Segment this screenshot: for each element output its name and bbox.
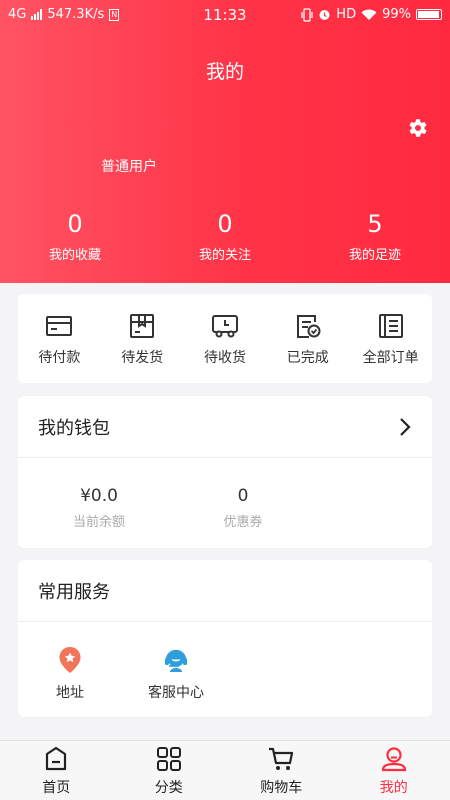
battery-label: 99%: [382, 7, 411, 22]
tab-profile[interactable]: 我的: [338, 741, 450, 800]
tab-label: 购物车: [260, 780, 303, 796]
list-icon: [378, 314, 403, 338]
stat-favorites[interactable]: 0 我的收藏: [0, 210, 150, 263]
chevron-right-icon: [400, 417, 411, 436]
service-label: 客服中心: [148, 685, 204, 701]
user-level: 普通用户: [101, 159, 157, 175]
stat-value: 0: [67, 210, 83, 238]
order-all[interactable]: 全部订单: [349, 294, 432, 383]
home-icon: [46, 746, 67, 771]
bottom-tab-bar: 首页 分类 购物车 我的: [0, 740, 450, 800]
wallet-card: 我的钱包 ¥0.0 当前余额 0 优惠券: [18, 396, 432, 548]
status-bar: 4G 547.3K/s N 11:33 HD 99%: [0, 0, 450, 30]
headset-icon: [165, 649, 187, 672]
tab-cart[interactable]: 购物车: [225, 741, 338, 800]
services-card: 常用服务 地址 客服中心: [18, 560, 432, 717]
service-label: 地址: [56, 685, 84, 701]
page-title: 我的: [205, 61, 244, 83]
services-title: 常用服务: [38, 581, 110, 603]
order-pending-receipt[interactable]: 待收货: [184, 294, 267, 383]
balance-value: ¥0.0: [80, 486, 118, 506]
truck-icon: [211, 315, 238, 338]
stat-label: 我的足迹: [348, 248, 401, 263]
gear-icon[interactable]: [405, 116, 429, 140]
stats-row: 0 我的收藏 0 我的关注 5 我的足迹: [0, 210, 450, 263]
order-label: 已完成: [286, 350, 329, 366]
stat-footprints[interactable]: 5 我的足迹: [300, 210, 450, 263]
stat-following[interactable]: 0 我的关注: [150, 210, 300, 263]
order-label: 待付款: [38, 350, 81, 366]
order-completed[interactable]: 已完成: [266, 294, 349, 383]
cart-icon: [269, 747, 294, 770]
tab-label: 首页: [42, 780, 71, 796]
order-shortcuts: 待付款 待发货 待收货 已完成 全部订单: [18, 294, 432, 383]
service-customer-center[interactable]: 客服中心: [124, 646, 228, 702]
tab-label: 分类: [154, 780, 183, 796]
stat-value: 5: [367, 210, 383, 238]
done-icon: [296, 315, 321, 338]
box-icon: [130, 314, 155, 338]
stat-label: 我的关注: [198, 248, 251, 263]
tab-label: 我的: [379, 780, 408, 796]
order-pending-shipment[interactable]: 待发货: [101, 294, 184, 383]
balance-label: 当前余额: [72, 515, 125, 530]
wallet-header[interactable]: 我的钱包: [18, 396, 432, 458]
tab-home[interactable]: 首页: [0, 741, 113, 800]
tab-category[interactable]: 分类: [113, 741, 226, 800]
profile-icon: [381, 747, 406, 772]
vibrate-icon: [301, 7, 313, 22]
order-label: 待发货: [121, 350, 164, 366]
grid-icon: [156, 747, 181, 771]
stat-label: 我的收藏: [48, 248, 101, 263]
wifi-icon: [361, 9, 377, 20]
battery-icon: [416, 9, 442, 20]
location-pin-icon: [59, 647, 81, 673]
alarm-icon: [319, 10, 330, 20]
wallet-title: 我的钱包: [38, 417, 110, 439]
order-label: 全部订单: [362, 350, 419, 366]
order-pending-payment[interactable]: 待付款: [18, 294, 101, 383]
wallet-coupons[interactable]: 0 优惠券: [178, 486, 308, 530]
coupons-label: 优惠券: [223, 515, 263, 530]
wallet-balance[interactable]: ¥0.0 当前余额: [34, 486, 164, 530]
service-address[interactable]: 地址: [18, 646, 122, 702]
hd-label: HD: [336, 7, 357, 22]
services-header: 常用服务: [18, 560, 432, 622]
stat-value: 0: [217, 210, 233, 238]
profile-header: 4G 547.3K/s N 11:33 HD 99% 我的 普通用户 0 我的收…: [0, 0, 450, 283]
card-icon: [46, 316, 73, 336]
order-label: 待收货: [203, 350, 246, 366]
coupons-value: 0: [237, 486, 249, 506]
